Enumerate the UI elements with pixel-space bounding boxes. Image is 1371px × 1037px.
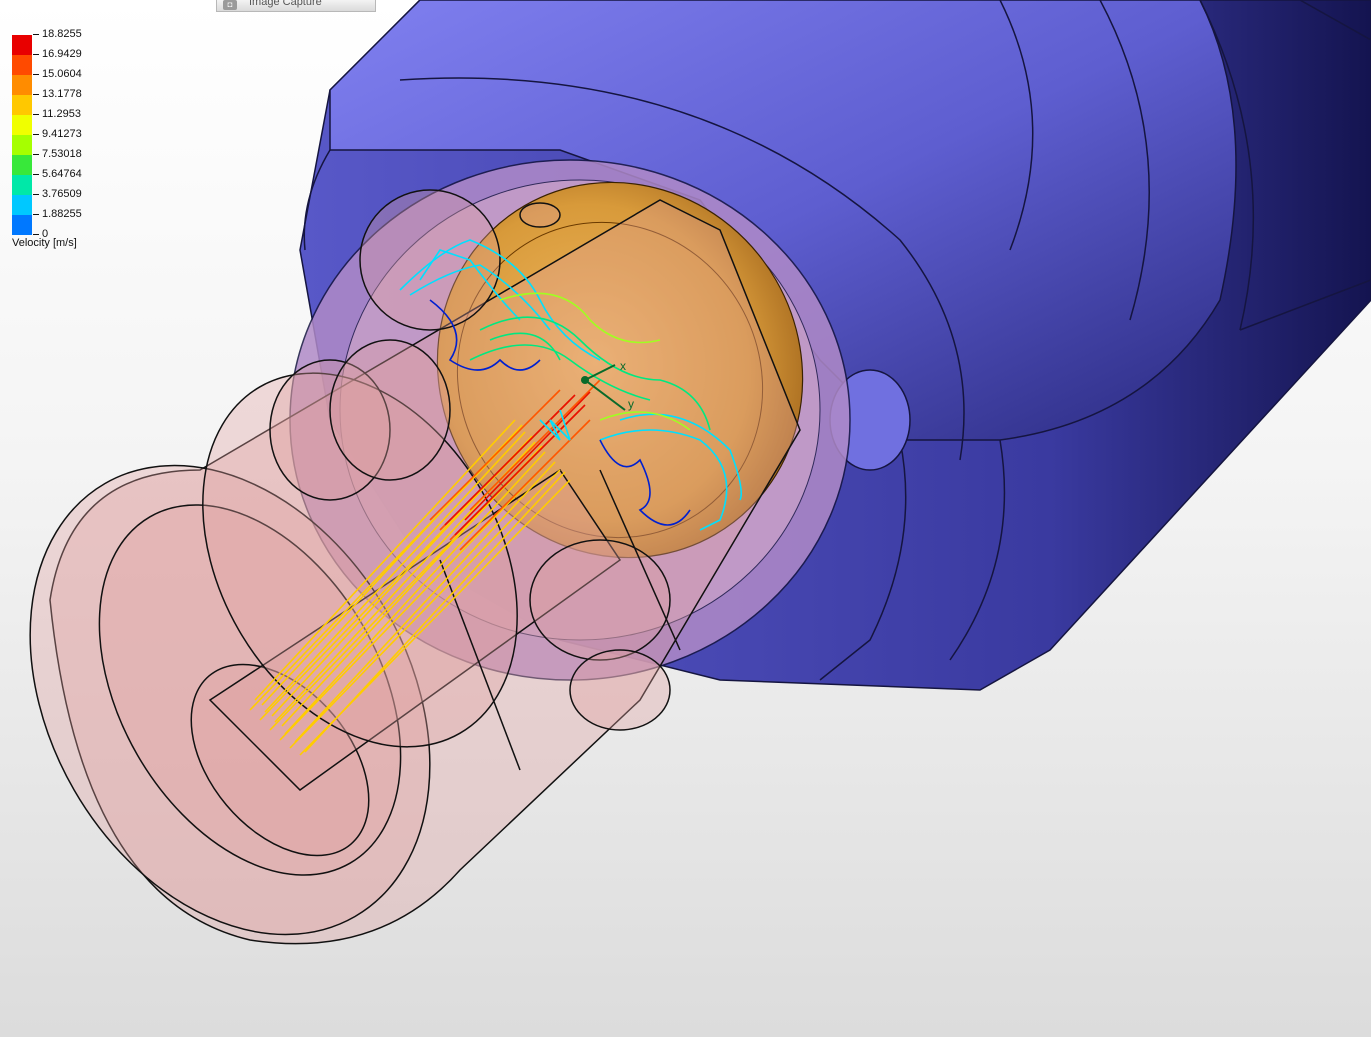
triad-x-label: x <box>620 359 626 373</box>
triad-y-label: y <box>628 397 634 411</box>
3d-viewport[interactable]: x y <box>0 0 1371 1037</box>
